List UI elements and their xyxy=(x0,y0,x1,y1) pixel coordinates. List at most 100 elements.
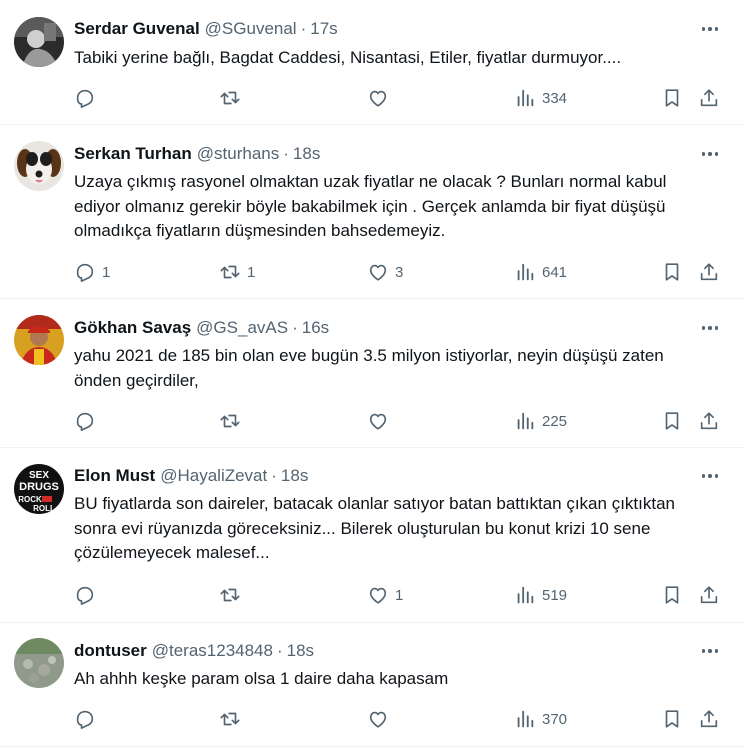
share-button[interactable] xyxy=(698,86,720,110)
author-handle[interactable]: @HayaliZevat xyxy=(160,466,267,486)
share-icon xyxy=(700,710,718,728)
bookmark-icon xyxy=(665,710,679,728)
tweet-actions: 370 xyxy=(74,707,724,731)
retweet-button[interactable] xyxy=(219,707,247,731)
avatar[interactable] xyxy=(14,141,64,191)
reply-button[interactable] xyxy=(74,86,102,110)
author-handle[interactable]: @teras1234848 xyxy=(152,641,273,661)
avatar[interactable] xyxy=(14,17,64,67)
tweet-header: Serkan Turhan @sturhans · 18s xyxy=(74,143,320,165)
separator: · xyxy=(300,19,307,38)
tweet[interactable]: Serkan Turhan @sturhans · 18s Uzaya çıkm… xyxy=(0,125,744,299)
views-icon xyxy=(517,412,534,430)
like-button[interactable] xyxy=(367,707,395,731)
share-icon xyxy=(700,263,718,281)
author-name[interactable]: Serkan Turhan xyxy=(74,144,192,164)
like-button[interactable] xyxy=(367,86,395,110)
like-count: 1 xyxy=(395,586,404,604)
views-count: 225 xyxy=(542,412,568,430)
views-count: 370 xyxy=(542,710,568,728)
tweet-actions: 1 1 3 641 xyxy=(74,260,724,284)
views-icon xyxy=(517,89,534,107)
like-button[interactable]: 1 xyxy=(367,583,403,607)
share-button[interactable] xyxy=(698,409,720,433)
views-icon xyxy=(517,586,534,604)
views-button[interactable]: 225 xyxy=(514,409,567,433)
tweet-text: Ah ahhh keşke param olsa 1 daire daha ka… xyxy=(74,669,449,688)
tweet-header: Serdar Guvenal @SGuvenal · 17s xyxy=(74,18,338,40)
retweet-icon xyxy=(220,712,240,726)
views-button[interactable]: 519 xyxy=(514,583,567,607)
tweet[interactable]: Serdar Guvenal @SGuvenal · 17s Tabiki ye… xyxy=(0,0,744,125)
separator: · xyxy=(271,466,277,485)
tweet-actions: 225 xyxy=(74,409,724,433)
retweet-icon xyxy=(220,414,240,428)
timestamp[interactable]: 18s xyxy=(293,144,320,164)
like-icon xyxy=(369,711,387,728)
author-handle[interactable]: @SGuvenal xyxy=(205,19,297,39)
more-icon[interactable] xyxy=(698,18,722,40)
separator: · xyxy=(283,144,289,163)
more-icon[interactable] xyxy=(698,465,722,487)
share-button[interactable] xyxy=(698,260,720,284)
more-icon[interactable] xyxy=(698,640,722,662)
author-handle[interactable]: @sturhans xyxy=(197,144,279,164)
reply-count: 1 xyxy=(102,263,111,281)
views-button[interactable]: 334 xyxy=(514,86,567,110)
more-icon[interactable] xyxy=(698,143,722,165)
tweet[interactable]: SEX DRUGS ROCK ROLL Elon Must @HayaliZev… xyxy=(0,448,744,623)
retweet-button[interactable] xyxy=(219,409,247,433)
retweet-button[interactable] xyxy=(219,583,247,607)
views-icon xyxy=(517,710,534,728)
avatar[interactable] xyxy=(14,638,64,688)
timestamp[interactable]: 17s xyxy=(310,19,337,39)
like-icon xyxy=(369,90,387,107)
reply-icon xyxy=(76,412,94,431)
reply-button[interactable] xyxy=(74,583,102,607)
retweet-button[interactable]: 1 xyxy=(219,260,255,284)
tweet[interactable]: dontuser @teras1234848 · 18s Ah ahhh keş… xyxy=(0,623,744,747)
timestamp[interactable]: 16s xyxy=(302,318,329,338)
bookmark-button[interactable] xyxy=(661,260,683,284)
author-name[interactable]: Gökhan Savaş xyxy=(74,318,191,338)
tweet-header: dontuser @teras1234848 · 18s xyxy=(74,640,314,662)
views-icon xyxy=(517,263,534,281)
reply-button[interactable]: 1 xyxy=(74,260,110,284)
avatar-image: SEX DRUGS ROCK ROLL xyxy=(14,464,64,514)
author-handle[interactable]: @GS_avAS xyxy=(196,318,288,338)
share-button[interactable] xyxy=(698,707,720,731)
avatar[interactable] xyxy=(14,315,64,365)
author-name[interactable]: Elon Must xyxy=(74,466,155,486)
avatar-image xyxy=(14,315,64,365)
share-button[interactable] xyxy=(698,583,720,607)
reply-button[interactable] xyxy=(74,409,102,433)
reply-icon xyxy=(76,586,94,605)
bookmark-button[interactable] xyxy=(661,409,683,433)
avatar-text-2: DRUGS xyxy=(19,481,59,493)
like-button[interactable]: 3 xyxy=(367,260,403,284)
avatar-text-1: SEX xyxy=(29,470,49,481)
timestamp[interactable]: 18s xyxy=(287,641,314,661)
avatar[interactable]: SEX DRUGS ROCK ROLL xyxy=(14,464,64,514)
like-icon xyxy=(369,587,387,604)
reply-icon xyxy=(76,89,94,108)
share-icon xyxy=(700,89,718,107)
tweet[interactable]: Gökhan Savaş @GS_avAS · 16s yahu 2021 de… xyxy=(0,299,744,448)
reply-button[interactable] xyxy=(74,707,102,731)
bookmark-button[interactable] xyxy=(661,86,683,110)
avatar-image xyxy=(14,141,64,191)
views-button[interactable]: 641 xyxy=(514,260,567,284)
retweet-button[interactable] xyxy=(219,86,247,110)
separator: · xyxy=(276,641,283,660)
author-name[interactable]: dontuser xyxy=(74,641,147,661)
author-name[interactable]: Serdar Guvenal xyxy=(74,19,200,39)
views-button[interactable]: 370 xyxy=(514,707,567,731)
bookmark-icon xyxy=(665,412,679,430)
avatar-text-3: ROCK xyxy=(18,495,42,504)
like-button[interactable] xyxy=(367,409,395,433)
bookmark-button[interactable] xyxy=(661,707,683,731)
bookmark-button[interactable] xyxy=(661,583,683,607)
separator: · xyxy=(292,318,298,337)
timestamp[interactable]: 18s xyxy=(281,466,308,486)
more-icon[interactable] xyxy=(698,317,722,339)
